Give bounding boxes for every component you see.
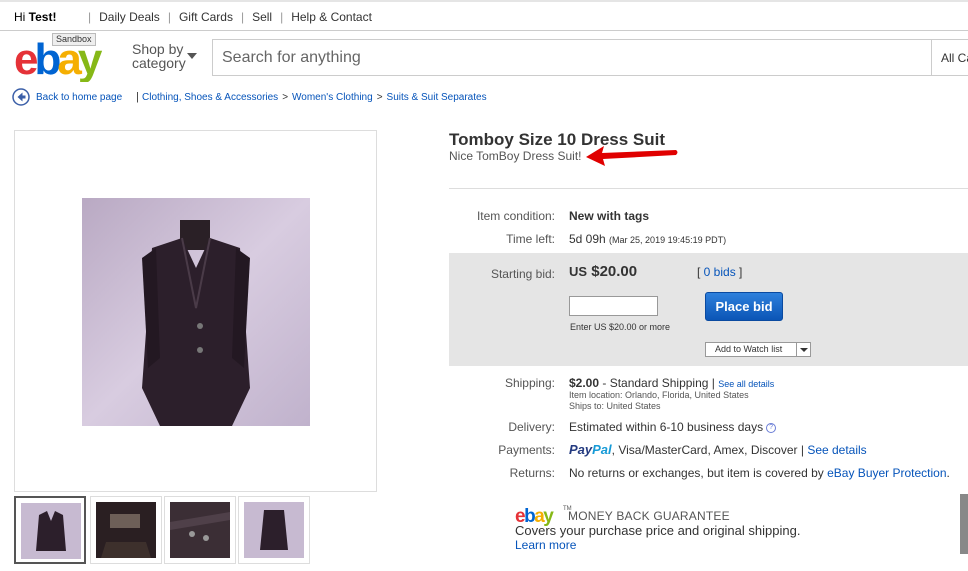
back-arrow-circle-icon[interactable]: [12, 88, 30, 106]
returns-period: .: [946, 466, 950, 480]
jacket-photo[interactable]: [82, 198, 310, 426]
greeting-prefix: Hi: [14, 10, 29, 24]
main-image-panel[interactable]: [14, 130, 377, 492]
breadcrumb-item-clothing[interactable]: Clothing, Shoes & Accessories: [142, 92, 278, 103]
sandbox-badge: Sandbox: [52, 33, 96, 46]
breadcrumb-separator: |: [136, 91, 139, 103]
question-circle-icon[interactable]: ?: [766, 423, 777, 433]
top-links: | Daily Deals | Gift Cards | Sell | Help & Cont…: [80, 10, 372, 24]
bid-amount-input[interactable]: [569, 296, 658, 316]
place-bid-button[interactable]: Place bid: [705, 292, 783, 321]
help-contact-link[interactable]: Help & Contact: [291, 10, 372, 24]
returns-value: No returns or exchanges, but item is cov…: [569, 466, 950, 480]
category-label: category: [132, 55, 186, 71]
thumbnail-image: [21, 503, 81, 559]
gift-cards-link[interactable]: Gift Cards: [179, 10, 233, 24]
time-left-value: 5d 09h (Mar 25, 2019 19:45:19 PDT): [569, 232, 726, 246]
shop-by-category[interactable]: Shop by category: [132, 41, 197, 71]
shipping-label: Shipping:: [504, 376, 555, 390]
watch-list-label: Add to Watch list: [715, 344, 783, 354]
delivery-value: Estimated within 6-10 business days?: [569, 420, 777, 434]
bracket-close: ]: [735, 265, 743, 279]
search-box[interactable]: [212, 39, 932, 76]
buyer-protection-link[interactable]: eBay Buyer Protection: [827, 466, 946, 480]
top-sep: |: [167, 10, 171, 24]
delivery-text: Estimated within 6-10 business days: [569, 420, 764, 434]
bids-link[interactable]: 0 bids: [704, 265, 736, 279]
guarantee-coverage: Covers your purchase price and original …: [515, 523, 801, 538]
thumbnail-4[interactable]: [238, 496, 310, 564]
time-left-label: Time left:: [506, 232, 555, 246]
returns-text: No returns or exchanges, but item is cov…: [569, 466, 828, 480]
top-sep: |: [88, 10, 92, 24]
breadcrumb-gt: >: [282, 92, 289, 103]
starting-bid-label: Starting bid:: [490, 267, 555, 281]
payments-separator: |: [800, 443, 804, 457]
listing-subtitle: Nice TomBoy Dress Suit!: [449, 149, 582, 163]
thumbnail-image: [96, 502, 156, 558]
currency: US: [569, 264, 588, 279]
see-all-details-link[interactable]: See all details: [718, 379, 774, 389]
paypal-pay: Pay: [569, 442, 593, 457]
bid-hint: Enter US $20.00 or more: [570, 322, 671, 332]
breadcrumb-gt: >: [376, 92, 383, 103]
learn-more-link[interactable]: Learn more: [515, 538, 576, 552]
see-details-link[interactable]: See details: [807, 443, 866, 457]
breadcrumb-item-suits[interactable]: Suits & Suit Separates: [387, 92, 487, 103]
guarantee-title: MONEY BACK GUARANTEE: [568, 509, 730, 523]
top-sep: |: [280, 10, 284, 24]
scrollbar[interactable]: [960, 494, 968, 554]
payment-methods: , Visa/MasterCard, Amex, Discover: [611, 443, 798, 457]
search-input[interactable]: [213, 40, 931, 75]
thumbnail-image: [244, 502, 304, 558]
greeting: Hi Test!: [14, 10, 56, 24]
price-value: $20.00: [591, 263, 638, 280]
thumbnail-1[interactable]: [14, 496, 86, 564]
thumbnail-2[interactable]: [90, 496, 162, 564]
condition-value: New with tags: [569, 209, 649, 223]
condition-text: New with tags: [569, 209, 650, 223]
shipping-method: - Standard Shipping |: [599, 376, 715, 390]
payments-value: PayPal, Visa/MasterCard, Amex, Discover …: [569, 442, 867, 457]
top-sep: |: [240, 10, 245, 24]
thumbnail-3[interactable]: [164, 496, 236, 564]
end-date: (Mar 25, 2019 19:45:19 PDT): [609, 235, 727, 245]
paypal-logo: PayPal: [569, 442, 612, 457]
chevron-down-icon[interactable]: [796, 343, 810, 356]
chevron-down-icon: [187, 53, 197, 59]
top-bar: Hi Test! | Daily Deals | Gift Cards | Sell | He…: [0, 0, 968, 31]
shop-by-label: Shop by: [132, 41, 184, 57]
returns-label: Returns:: [509, 466, 555, 480]
starting-price: US $20.00: [569, 263, 637, 280]
payments-label: Payments:: [498, 443, 555, 457]
breadcrumb-item-womens[interactable]: Women's Clothing: [292, 92, 373, 103]
back-to-home-link[interactable]: Back to home page: [36, 92, 122, 103]
ships-to: Ships to: United States: [569, 401, 661, 411]
title-divider: [449, 188, 968, 189]
watch-list-button[interactable]: Add to Watch list: [705, 342, 811, 357]
shipping-value: $2.00 - Standard Shipping | See all deta…: [569, 376, 774, 390]
bid-count: [ 0 bids ]: [697, 265, 742, 279]
item-location: Item location: Orlando, Florida, United …: [569, 390, 749, 400]
bracket-open: [: [697, 265, 704, 279]
red-arrow-annotation-icon: [586, 146, 678, 166]
condition-label: Item condition:: [476, 209, 555, 223]
greeting-user[interactable]: Test!: [29, 10, 57, 24]
paypal-pal: Pal: [592, 442, 612, 457]
shipping-cost: $2.00: [569, 376, 600, 390]
thumbnail-image: [170, 502, 230, 558]
time-left-text: 5d 09h: [569, 232, 606, 246]
category-select[interactable]: All Ca: [931, 39, 968, 76]
daily-deals-link[interactable]: Daily Deals: [99, 10, 160, 24]
delivery-label: Delivery:: [508, 420, 555, 434]
breadcrumb-path: Clothing, Shoes & Accessories > Women's Cl…: [142, 92, 487, 103]
sell-link[interactable]: Sell: [252, 10, 272, 24]
